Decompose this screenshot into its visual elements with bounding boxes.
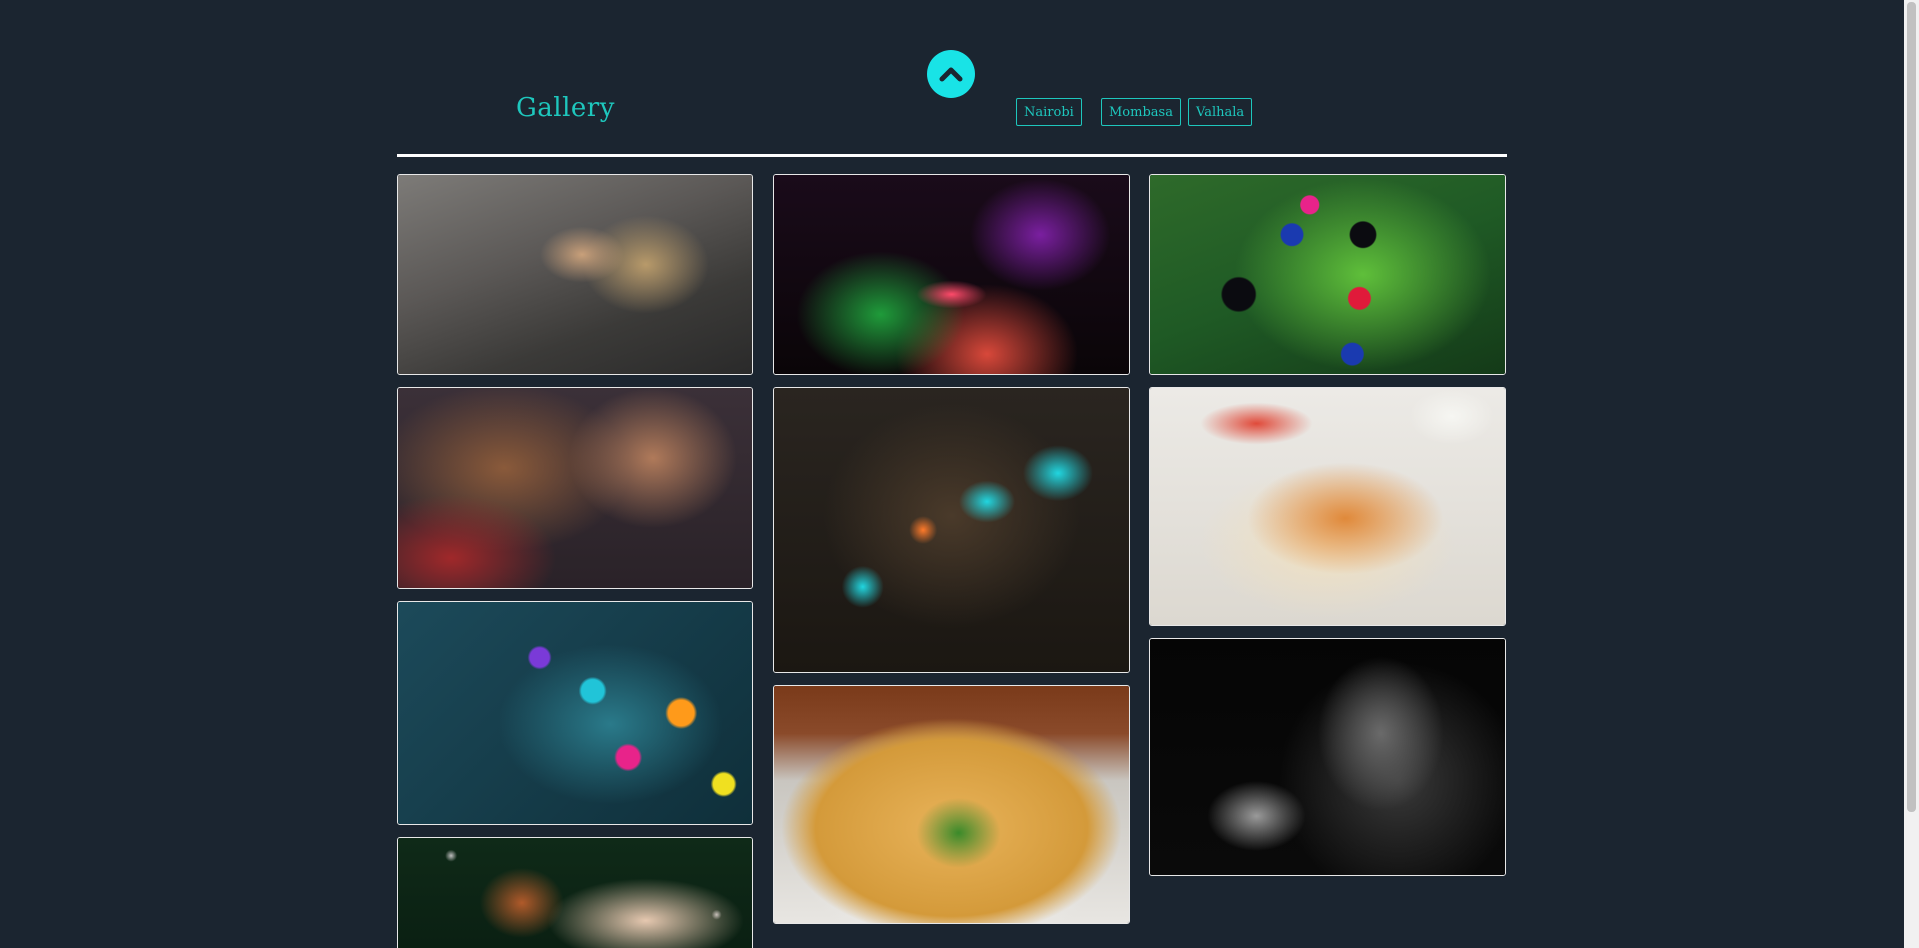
gallery-tile[interactable]: [397, 837, 753, 948]
vertical-scrollbar[interactable]: [1904, 0, 1919, 948]
gallery-tile[interactable]: [1149, 387, 1506, 626]
gallery-page: Gallery Nairobi Mombasa Valhala: [0, 0, 1919, 948]
gallery-tile[interactable]: [773, 387, 1130, 673]
cyber-abstract-image: [774, 388, 1129, 672]
monochrome-portrait-image: [1150, 639, 1505, 875]
pizza-image: [774, 686, 1129, 923]
gallery-tile[interactable]: [397, 601, 753, 825]
viking-warrior-image: [398, 175, 752, 374]
gallery-tile[interactable]: [1149, 174, 1506, 375]
colorful-buttons-image: [1150, 175, 1505, 374]
scroll-top-button[interactable]: [927, 50, 975, 98]
gallery-tile[interactable]: [1149, 638, 1506, 876]
nav-button-nairobi[interactable]: Nairobi: [1016, 98, 1082, 126]
chevron-up-icon: [939, 67, 963, 82]
header-divider: [397, 154, 1507, 157]
gallery-tile[interactable]: [397, 387, 753, 589]
armored-viking-image: [398, 388, 752, 588]
gallery-tile[interactable]: [773, 685, 1130, 924]
robot-character-image: [398, 838, 752, 948]
gallery-tile[interactable]: [773, 174, 1130, 375]
page-title: Gallery: [516, 93, 615, 123]
scrollbar-thumb[interactable]: [1907, 2, 1916, 812]
nav-button-mombasa[interactable]: Mombasa: [1101, 98, 1181, 126]
neon-face-image: [774, 175, 1129, 374]
chicken-biryani-image: [1150, 388, 1505, 625]
colorful-stars-image: [398, 602, 752, 824]
nav-button-valhala[interactable]: Valhala: [1188, 98, 1253, 126]
gallery-tile[interactable]: [397, 174, 753, 375]
